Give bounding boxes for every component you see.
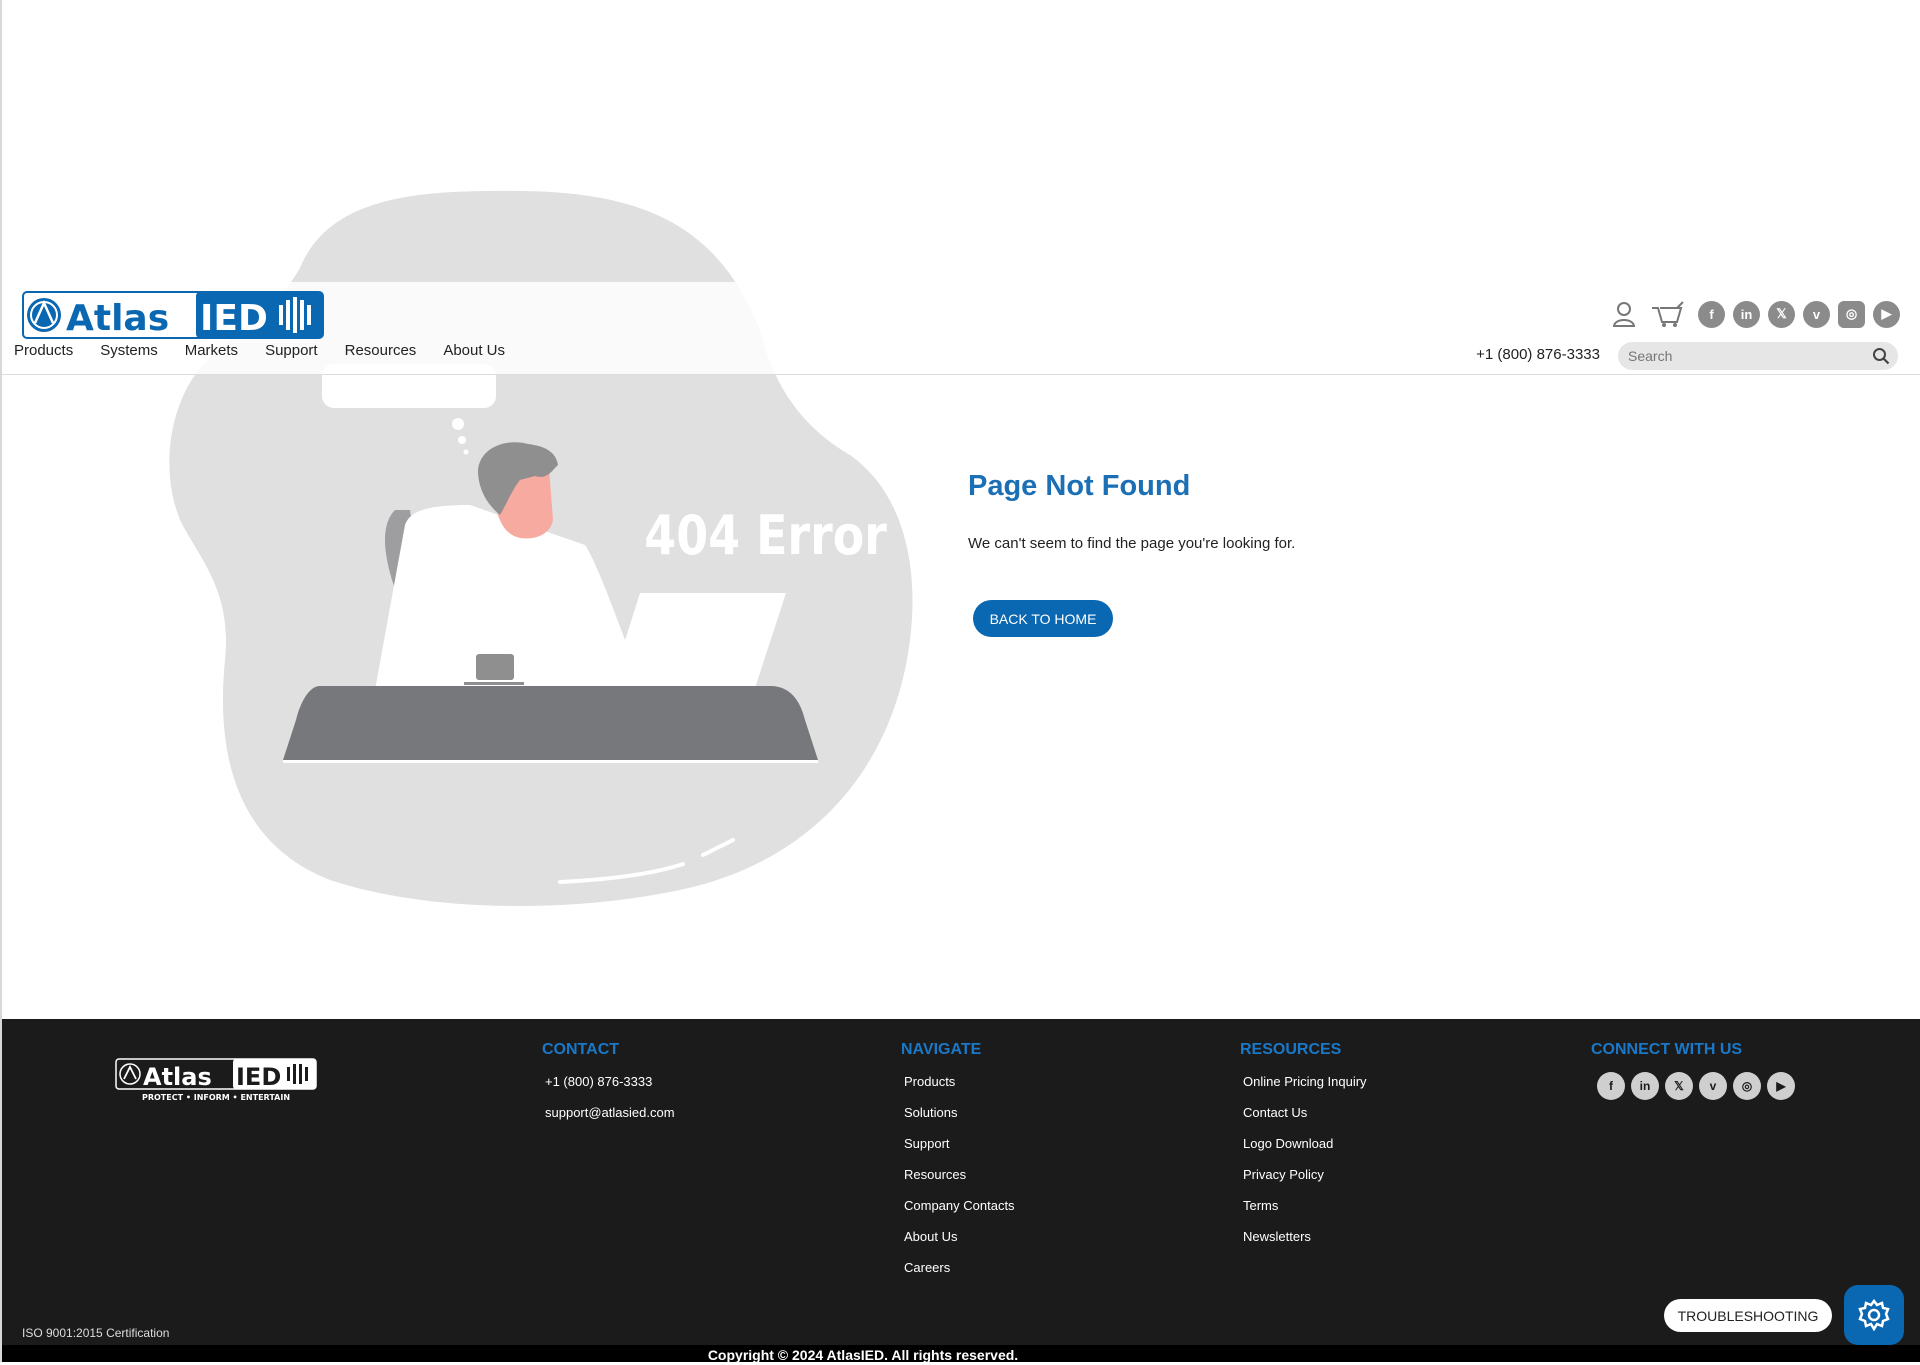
main-nav: Products Systems Markets Support Resourc… (14, 342, 532, 359)
404-illustration: 404 Error (169, 190, 913, 907)
error-message: We can't seem to find the page you're lo… (968, 535, 1296, 552)
footer-logo[interactable]: Atlas IED PROTECT • INFORM • ENTERTAIN (115, 1039, 317, 1103)
svg-text:Atlas: Atlas (143, 1063, 212, 1091)
footer-nav-support[interactable]: Support (904, 1136, 1015, 1167)
svg-text:IED: IED (236, 1063, 281, 1091)
troubleshooting-button[interactable]: TROUBLESHOOTING (1664, 1299, 1832, 1332)
footer-x-icon[interactable]: 𝕏 (1665, 1072, 1693, 1100)
footer-phone[interactable]: +1 (800) 876-3333 (545, 1074, 675, 1105)
svg-text:IED: IED (200, 298, 268, 339)
footer-res-terms[interactable]: Terms (1243, 1198, 1367, 1229)
footer-nav-careers[interactable]: Careers (904, 1260, 1015, 1291)
contact-heading: CONTACT (542, 1041, 620, 1058)
atlasied-logo[interactable]: Atlas IED (22, 291, 324, 339)
x-icon[interactable]: 𝕏 (1768, 300, 1795, 328)
footer-connect: CONNECT WITH US f in 𝕏 v ◎ ▶ (1591, 1041, 1801, 1100)
footer-res-newsletters[interactable]: Newsletters (1243, 1229, 1367, 1260)
nav-resources[interactable]: Resources (345, 342, 417, 359)
svg-text:Atlas: Atlas (66, 298, 169, 339)
footer-instagram-icon[interactable]: ◎ (1733, 1072, 1761, 1100)
copyright-bar: Copyright © 2024 AtlasIED. All rights re… (2, 1345, 1920, 1363)
404-error-text: 404 Error (644, 503, 887, 567)
site-footer: Atlas IED PROTECT • INFORM • ENTERTAIN C… (2, 1019, 1920, 1363)
site-header: Atlas IED Products Systems Markets Suppo… (2, 282, 1920, 375)
linkedin-icon[interactable]: in (1733, 300, 1760, 328)
footer-linkedin-icon[interactable]: in (1631, 1072, 1659, 1100)
footer-facebook-icon[interactable]: f (1597, 1072, 1625, 1100)
footer-res-pricing[interactable]: Online Pricing Inquiry (1243, 1074, 1367, 1105)
shopping-cart-icon[interactable] (1650, 300, 1684, 328)
footer-nav-company-contacts[interactable]: Company Contacts (904, 1198, 1015, 1229)
iso-certification[interactable]: ISO 9001:2015 Certification (22, 1326, 169, 1340)
footer-res-logo-download[interactable]: Logo Download (1243, 1136, 1367, 1167)
footer-nav-products[interactable]: Products (904, 1074, 1015, 1105)
footer-tagline: PROTECT • INFORM • ENTERTAIN (142, 1093, 290, 1102)
footer-youtube-icon[interactable]: ▶ (1767, 1072, 1795, 1100)
search-input[interactable] (1626, 347, 1860, 365)
nav-about-us[interactable]: About Us (443, 342, 505, 359)
youtube-icon[interactable]: ▶ (1873, 300, 1900, 328)
search-icon[interactable] (1872, 347, 1890, 370)
footer-nav-resources[interactable]: Resources (904, 1167, 1015, 1198)
error-content: Page Not Found We can't seem to find the… (968, 470, 1296, 637)
settings-gear-button[interactable] (1844, 1285, 1904, 1345)
nav-products[interactable]: Products (14, 342, 73, 359)
connect-heading: CONNECT WITH US (1591, 1041, 1743, 1058)
footer-res-contact[interactable]: Contact Us (1243, 1105, 1367, 1136)
footer-resources: RESOURCES Online Pricing Inquiry Contact… (1240, 1041, 1367, 1260)
footer-email[interactable]: support@atlasied.com (545, 1105, 675, 1136)
instagram-icon[interactable]: ◎ (1838, 300, 1865, 328)
header-icons: f in 𝕏 v ◎ ▶ (1612, 300, 1900, 328)
user-account-icon[interactable] (1612, 301, 1636, 327)
facebook-icon[interactable]: f (1698, 300, 1725, 328)
search-box (1618, 342, 1898, 370)
copyright-text: Copyright © 2024 AtlasIED. All rights re… (707, 1347, 1019, 1363)
footer-res-privacy[interactable]: Privacy Policy (1243, 1167, 1367, 1198)
footer-nav-about-us[interactable]: About Us (904, 1229, 1015, 1260)
nav-markets[interactable]: Markets (185, 342, 238, 359)
footer-nav-solutions[interactable]: Solutions (904, 1105, 1015, 1136)
vimeo-icon[interactable]: v (1803, 300, 1830, 328)
navigate-heading: NAVIGATE (901, 1041, 982, 1058)
back-to-home-button[interactable]: BACK TO HOME (973, 600, 1113, 637)
page-title: Page Not Found (968, 470, 1191, 502)
footer-navigate: NAVIGATE Products Solutions Support Reso… (901, 1041, 1015, 1291)
header-phone[interactable]: +1 (800) 876-3333 (1476, 346, 1600, 363)
resources-heading: RESOURCES (1240, 1041, 1342, 1058)
nav-systems[interactable]: Systems (100, 342, 158, 359)
gear-icon (1858, 1298, 1890, 1332)
footer-contact: CONTACT +1 (800) 876-3333 support@atlasi… (542, 1041, 675, 1136)
nav-support[interactable]: Support (265, 342, 318, 359)
footer-social: f in 𝕏 v ◎ ▶ (1597, 1072, 1801, 1100)
footer-vimeo-icon[interactable]: v (1699, 1072, 1727, 1100)
